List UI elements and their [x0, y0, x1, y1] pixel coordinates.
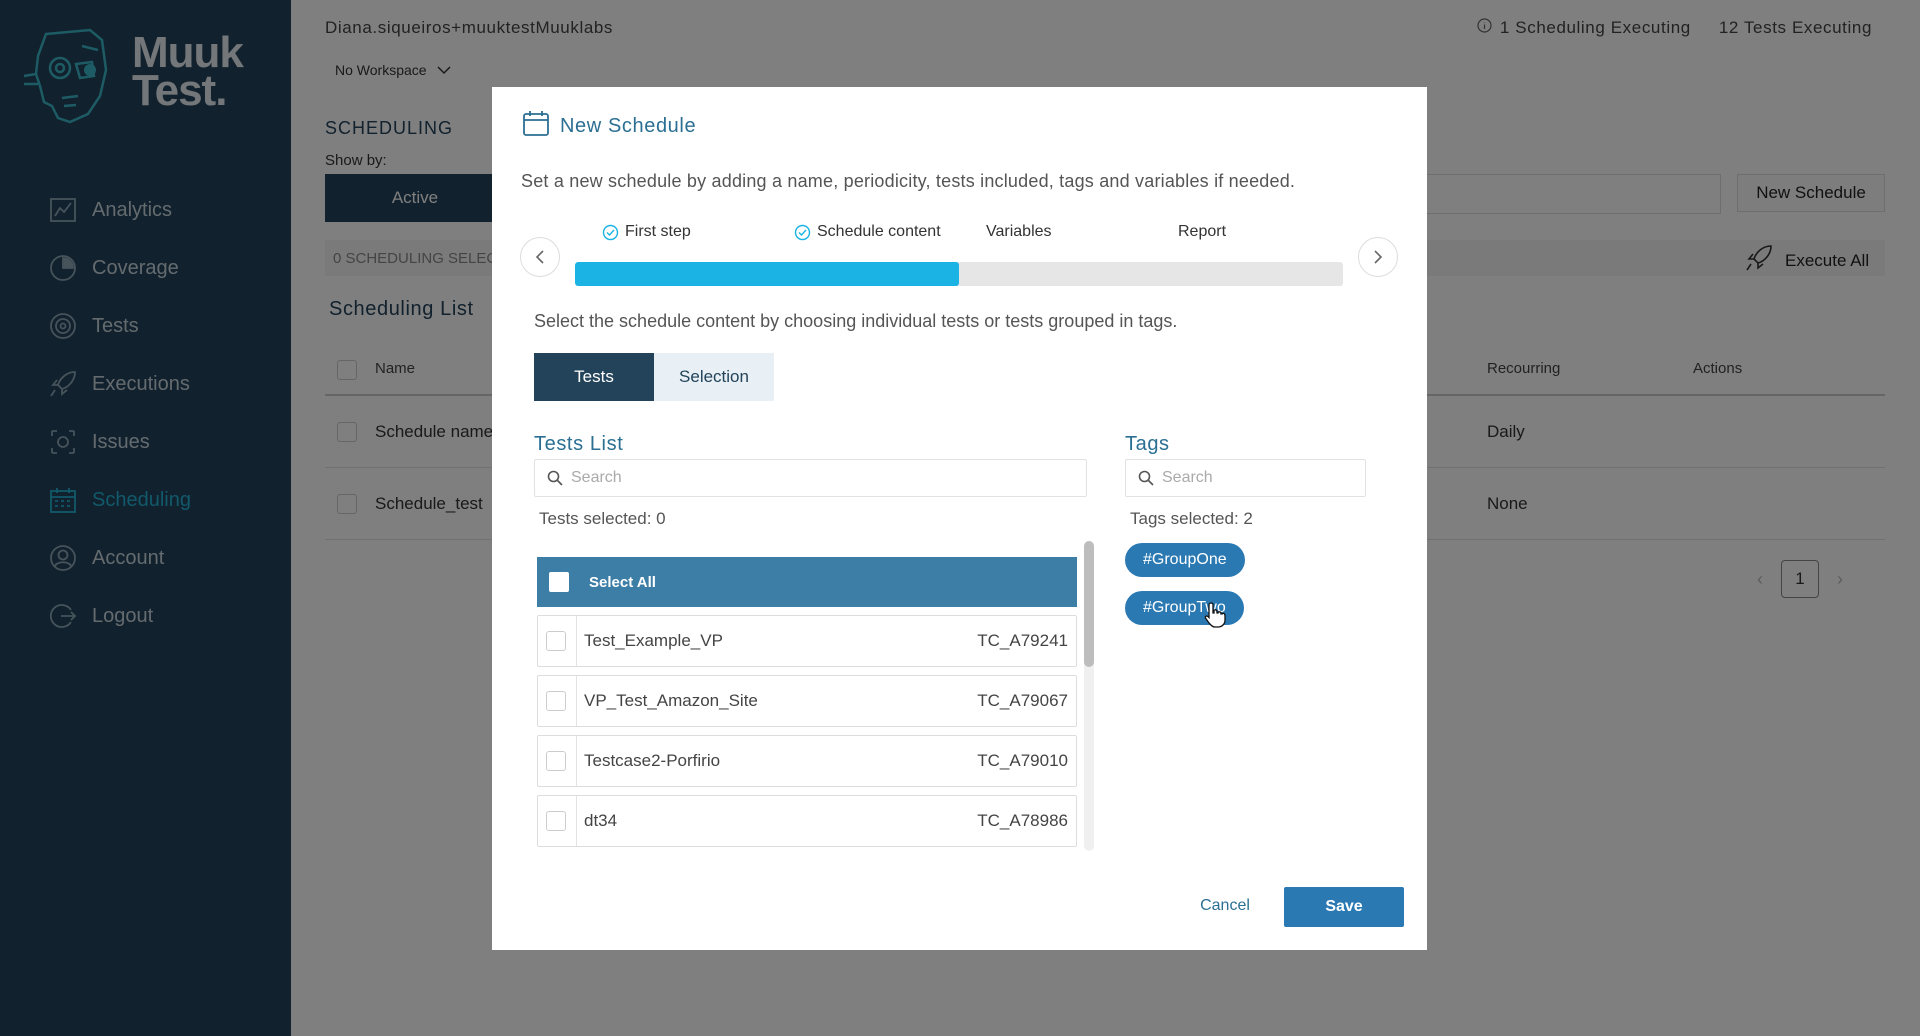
chevron-left-icon	[535, 250, 544, 264]
save-button[interactable]: Save	[1284, 887, 1404, 927]
test-name: Testcase2-Porfirio	[584, 751, 721, 770]
test-id: TC_A79010	[977, 751, 1068, 770]
new-schedule-modal: New Schedule Set a new schedule by addin…	[492, 87, 1427, 950]
list-item[interactable]: dt34 TC_A78986	[537, 795, 1077, 847]
step-prev-button[interactable]	[520, 237, 560, 277]
test-id: TC_A78986	[977, 811, 1068, 830]
tests-list-scrollbar[interactable]	[1084, 541, 1094, 851]
content-description: Select the schedule content by choosing …	[534, 311, 1178, 331]
step-next-button[interactable]	[1358, 237, 1398, 277]
chevron-right-icon	[1374, 250, 1383, 264]
modal-header: New Schedule	[522, 109, 696, 143]
test-checkbox[interactable]	[546, 751, 566, 771]
tests-selected-count: Tests selected: 0	[539, 509, 666, 528]
step-progress-bar	[575, 262, 1343, 286]
list-item[interactable]: Testcase2-Porfirio TC_A79010	[537, 735, 1077, 787]
test-name: dt34	[584, 811, 618, 830]
step-schedule-content[interactable]: Schedule content	[794, 223, 941, 241]
test-id: TC_A79241	[977, 631, 1068, 650]
search-icon	[547, 470, 563, 486]
tests-search-input[interactable]	[534, 459, 1087, 497]
row-divider	[576, 676, 577, 726]
row-divider	[576, 796, 577, 846]
tags-search-field[interactable]	[1162, 469, 1344, 487]
test-checkbox[interactable]	[546, 691, 566, 711]
test-id: TC_A79067	[977, 691, 1068, 710]
tests-list-title: Tests List	[534, 433, 624, 455]
step-label: First step	[625, 223, 691, 240]
select-all-checkbox[interactable]	[549, 572, 569, 592]
toggle-tests-button[interactable]: Tests	[534, 353, 654, 401]
step-label: Report	[1178, 223, 1227, 240]
modal-description: Set a new schedule by adding a name, per…	[521, 171, 1296, 191]
step-report[interactable]: Report	[1178, 223, 1226, 241]
scrollbar-thumb[interactable]	[1084, 541, 1094, 667]
test-checkbox[interactable]	[546, 811, 566, 831]
tags-selected-count: Tags selected: 2	[1130, 509, 1253, 528]
tests-search-field[interactable]	[571, 469, 1003, 487]
test-name: VP_Test_Amazon_Site	[584, 691, 758, 710]
calendar-icon	[522, 109, 550, 143]
step-progress-fill	[575, 262, 959, 286]
step-first[interactable]: First step	[602, 223, 691, 241]
step-label: Variables	[986, 223, 1052, 240]
list-item[interactable]: VP_Test_Amazon_Site TC_A79067	[537, 675, 1077, 727]
cancel-button[interactable]: Cancel	[1188, 887, 1262, 925]
check-circle-icon	[602, 224, 619, 240]
check-circle-icon	[794, 224, 811, 240]
search-icon	[1138, 470, 1154, 486]
test-checkbox[interactable]	[546, 631, 566, 651]
tests-list: Select All Test_Example_VP TC_A79241 VP_…	[537, 557, 1077, 851]
row-divider	[576, 616, 577, 666]
step-label: Schedule content	[817, 223, 941, 240]
content-type-toggle: Tests Selection	[534, 353, 774, 401]
select-all-label: Select All	[589, 573, 656, 591]
list-item[interactable]: Test_Example_VP TC_A79241	[537, 615, 1077, 667]
toggle-selection-button[interactable]: Selection	[654, 353, 774, 401]
modal-title: New Schedule	[560, 114, 697, 137]
row-divider	[576, 736, 577, 786]
tag-chip[interactable]: #GroupOne	[1125, 543, 1245, 577]
hand-pointer-icon	[1204, 602, 1226, 628]
select-all-row[interactable]: Select All	[537, 557, 1077, 607]
tags-search-input[interactable]	[1125, 459, 1366, 497]
test-name: Test_Example_VP	[584, 631, 723, 650]
tags-title: Tags	[1125, 433, 1170, 455]
step-variables[interactable]: Variables	[986, 223, 1052, 241]
